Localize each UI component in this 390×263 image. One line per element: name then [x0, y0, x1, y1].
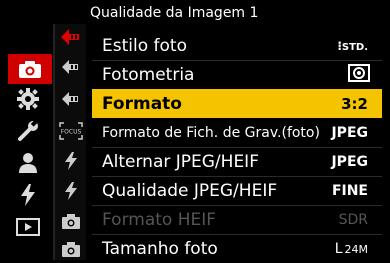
category-camera[interactable]: [8, 54, 52, 84]
menu-item-value: FINE: [331, 182, 368, 199]
menu-item-label: Formato: [102, 93, 182, 114]
subtab-flash-2[interactable]: [55, 178, 86, 204]
subtab-af-1[interactable]: [55, 54, 86, 80]
subtab-camera-1[interactable]: [55, 208, 86, 234]
lightning-icon: [21, 184, 35, 206]
subtab-focus[interactable]: FOCUS: [55, 118, 86, 144]
menu-item-value: 3:2: [341, 94, 368, 113]
category-wrench[interactable]: [4, 118, 52, 144]
category-gear[interactable]: [4, 86, 52, 112]
wrench-icon: [18, 120, 38, 141]
menu-item-formato[interactable]: Formato 3:2: [92, 89, 382, 118]
menu-item-fotometria[interactable]: Fotometria: [92, 60, 382, 89]
category-person[interactable]: [4, 150, 52, 176]
camera-icon: [19, 61, 41, 78]
menu-item-value: ⁝STD.: [337, 38, 368, 53]
flash-icon: [64, 182, 77, 200]
menu-item-value: L 24M: [334, 240, 368, 257]
person-icon: [19, 153, 37, 173]
playback-icon: [16, 218, 40, 236]
category-lightning[interactable]: [4, 182, 52, 208]
camera-small-icon: [61, 214, 80, 229]
image-quality-icon: [60, 29, 79, 45]
subtab-camera-2[interactable]: [55, 236, 86, 262]
menu-item-label: Alternar JPEG/HEIF: [102, 151, 259, 172]
menu-item-alternar-jpeg-heif[interactable]: Alternar JPEG/HEIF JPEG: [92, 147, 382, 176]
subtab-image-quality[interactable]: [55, 24, 86, 50]
subtab-flash-1[interactable]: [55, 148, 86, 174]
page-title: Qualidade da Imagem 1: [90, 5, 259, 21]
menu-item-label: Formato de Fich. de Grav.(foto): [102, 124, 320, 141]
af-icon: [61, 92, 78, 106]
flash-icon: [64, 152, 77, 170]
menu-item-value: JPEG: [331, 124, 368, 141]
menu-item-value: SDR: [338, 211, 368, 228]
menu-item-formato-heif: Formato HEIF SDR: [92, 205, 382, 234]
category-playback[interactable]: [4, 214, 52, 240]
menu-item-label: Estilo foto: [102, 35, 187, 56]
metering-icon: [348, 63, 370, 86]
camera-menu-screen: Qualidade da Imagem 1 FOCUS Estilo foto …: [0, 0, 390, 260]
menu-item-label: Tamanho foto: [102, 238, 218, 259]
menu-item-label: Formato HEIF: [102, 209, 217, 230]
camera-small-icon: [61, 242, 80, 257]
subtab-af-2[interactable]: [55, 86, 86, 112]
menu-item-label: Fotometria: [102, 64, 195, 85]
focus-icon-label: FOCUS: [60, 129, 81, 136]
menu-item-formato-fich-grav[interactable]: Formato de Fich. de Grav.(foto) JPEG: [92, 118, 382, 147]
menu-item-value: JPEG: [331, 153, 368, 170]
menu-item-qualidade-jpeg-heif[interactable]: Qualidade JPEG/HEIF FINE: [92, 176, 382, 205]
menu-item-tamanho-foto[interactable]: Tamanho foto L 24M: [92, 234, 382, 263]
af-icon: [61, 60, 78, 74]
gear-icon: [17, 88, 39, 110]
focus-icon: FOCUS: [58, 122, 83, 140]
menu-item-label: Qualidade JPEG/HEIF: [102, 180, 278, 201]
subtab-column: FOCUS: [55, 24, 86, 260]
menu-item-estilo-foto[interactable]: Estilo foto ⁝STD.: [92, 31, 382, 60]
